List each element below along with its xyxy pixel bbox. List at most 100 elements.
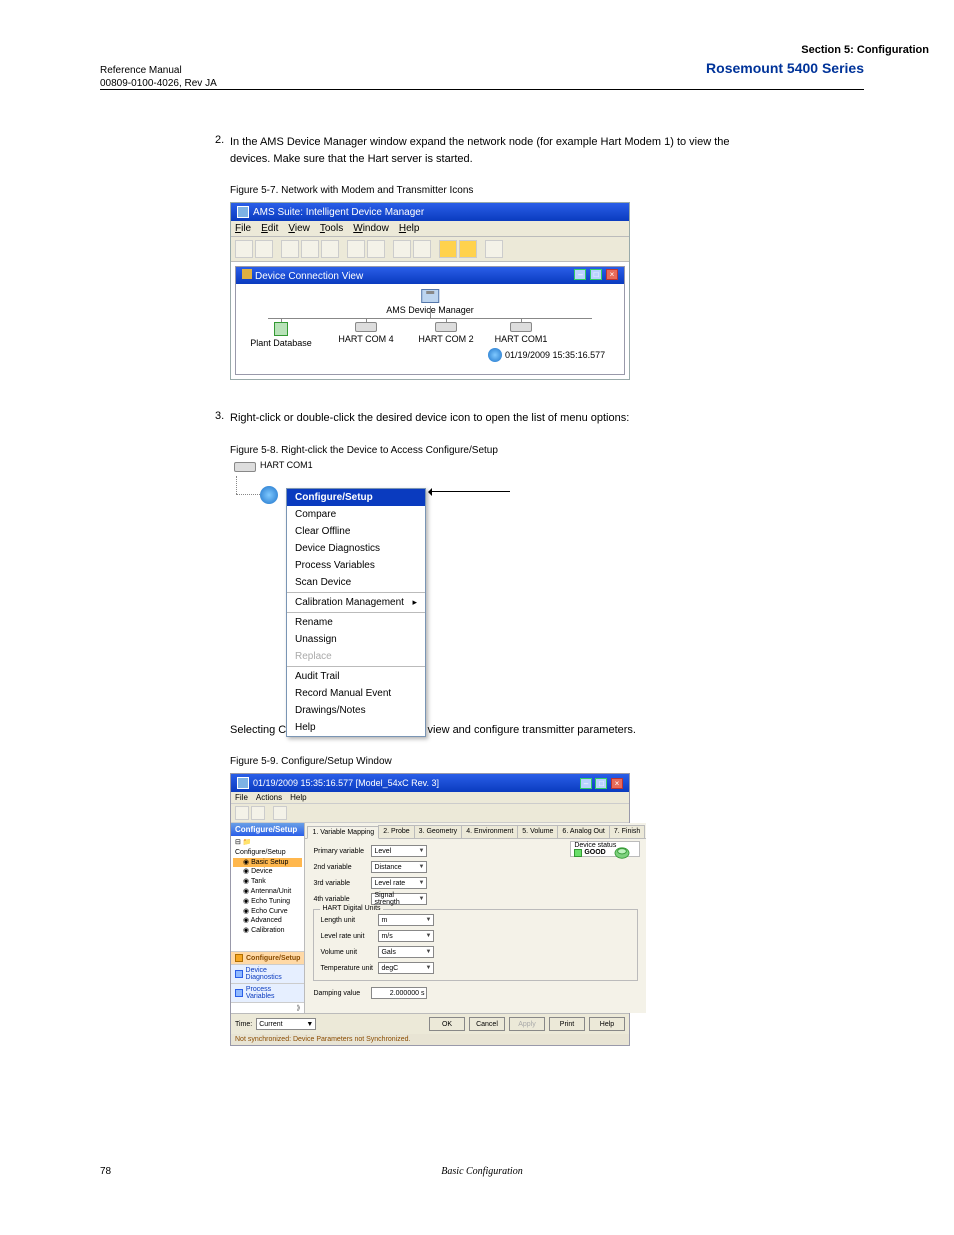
toolbar-button[interactable] — [459, 240, 477, 258]
menu-actions[interactable]: Actions — [256, 793, 282, 802]
cancel-button[interactable]: Cancel — [469, 1017, 505, 1031]
toolbar-button[interactable] — [367, 240, 385, 258]
minimize-button[interactable]: – — [574, 269, 586, 280]
ams-suite-window: AMS Suite: Intelligent Device Manager Fi… — [230, 202, 630, 380]
toolbar-button[interactable] — [393, 240, 411, 258]
menu-clear-offline[interactable]: Clear Offline — [287, 523, 425, 540]
toolbar-button[interactable] — [321, 240, 339, 258]
tab-variable-mapping[interactable]: 1. Variable Mapping — [307, 826, 379, 839]
menu-bar[interactable]: File Actions Help — [231, 792, 629, 804]
time-select[interactable]: Current▼ — [256, 1018, 316, 1030]
context-menu: Configure/Setup Compare Clear Offline De… — [286, 488, 426, 737]
tree-item[interactable]: ◉ Tank — [233, 877, 302, 887]
menu-device-diagnostics[interactable]: Device Diagnostics — [287, 540, 425, 557]
menu-scan-device[interactable]: Scan Device — [287, 574, 425, 591]
hart-com1-tree-node[interactable]: HART COM1 — [230, 462, 313, 470]
menu-window[interactable]: Window — [353, 223, 389, 234]
menu-process-variables[interactable]: Process Variables — [287, 557, 425, 574]
window-title-bar[interactable]: 01/19/2009 15:35:16.577 [Model_54xC Rev.… — [231, 774, 629, 792]
tab-probe[interactable]: 2. Probe — [378, 825, 414, 838]
menu-unassign[interactable]: Unassign — [287, 631, 425, 648]
print-button[interactable]: Print — [549, 1017, 585, 1031]
menu-tools[interactable]: Tools — [320, 223, 343, 234]
hart-com2-node[interactable]: HART COM 2 — [411, 322, 481, 344]
toolbar-button[interactable] — [301, 240, 319, 258]
toolbar-button[interactable] — [235, 240, 253, 258]
close-button[interactable]: × — [611, 778, 623, 789]
toolbar-button[interactable] — [255, 240, 273, 258]
toolbar-button[interactable] — [235, 806, 249, 820]
menu-configure-setup[interactable]: Configure/Setup — [287, 489, 425, 506]
nav-process-variables[interactable]: Process Variables — [231, 983, 304, 1002]
tab-geometry[interactable]: 3. Geometry — [414, 825, 463, 838]
volume-unit-select[interactable]: Gals▼ — [378, 946, 434, 958]
tab-finish[interactable]: 7. Finish — [609, 825, 645, 838]
menu-file[interactable]: File — [235, 223, 251, 234]
damping-value-input[interactable]: 2.000000 s — [371, 987, 427, 999]
device-node[interactable]: 01/19/2009 15:35:16.577 — [488, 348, 605, 362]
menu-rename[interactable]: Rename — [287, 614, 425, 631]
toolbar-button[interactable] — [251, 806, 265, 820]
temperature-unit-select[interactable]: degC▼ — [378, 962, 434, 974]
menu-file[interactable]: File — [235, 793, 248, 802]
tree-basic-setup[interactable]: ◉ Basic Setup — [233, 858, 302, 868]
tree-item[interactable]: ◉ Echo Curve — [233, 907, 302, 917]
tab-environment[interactable]: 4. Environment — [461, 825, 518, 838]
toolbar-help-button[interactable] — [273, 806, 287, 820]
help-button[interactable]: Help — [589, 1017, 625, 1031]
menu-calibration-management[interactable]: Calibration Management — [287, 594, 425, 611]
length-unit-select[interactable]: m▼ — [378, 914, 434, 926]
tree-item[interactable]: ◉ Advanced — [233, 916, 302, 926]
field-label: 3rd variable — [313, 880, 367, 887]
menu-help[interactable]: Help — [287, 719, 425, 736]
field-label: Volume unit — [320, 949, 374, 956]
toolbar-help-button[interactable] — [485, 240, 503, 258]
annotation-arrow — [430, 491, 510, 492]
second-variable-select[interactable]: Distance▼ — [371, 861, 427, 873]
toolbar-button[interactable] — [413, 240, 431, 258]
nav-tree[interactable]: ⊟ 📁 Configure/Setup ◉ Basic Setup ◉ Devi… — [231, 836, 304, 951]
window-title-bar[interactable]: AMS Suite: Intelligent Device Manager — [231, 203, 629, 221]
ok-button[interactable]: OK — [429, 1017, 465, 1031]
menu-bar[interactable]: File Edit View Tools Window Help — [231, 221, 629, 237]
menu-edit[interactable]: Edit — [261, 223, 278, 234]
tree-root[interactable]: ⊟ 📁 Configure/Setup — [233, 838, 302, 858]
levelrate-unit-select[interactable]: m/s▼ — [378, 930, 434, 942]
device-tree-node[interactable] — [260, 486, 278, 504]
tab-volume[interactable]: 5. Volume — [517, 825, 558, 838]
maximize-button[interactable]: □ — [595, 778, 607, 789]
primary-variable-select[interactable]: Level▼ — [371, 845, 427, 857]
tab-analog-out[interactable]: 6. Analog Out — [557, 825, 609, 838]
toolbar-button[interactable] — [439, 240, 457, 258]
tree-item[interactable]: ◉ Device — [233, 867, 302, 877]
toolbar-button[interactable] — [281, 240, 299, 258]
fourth-variable-select[interactable]: Signal strength▼ — [371, 893, 427, 905]
menu-help[interactable]: Help — [290, 793, 306, 802]
hart-com4-node[interactable]: HART COM 4 — [331, 322, 401, 344]
menu-audit-trail[interactable]: Audit Trail — [287, 668, 425, 685]
toolbar-button[interactable] — [347, 240, 365, 258]
nav-chevrons[interactable]: ⟫ — [231, 1002, 304, 1013]
menu-view[interactable]: View — [288, 223, 310, 234]
navigation-pane: Configure/Setup ⊟ 📁 Configure/Setup ◉ Ba… — [231, 823, 305, 1013]
nav-configure-setup[interactable]: Configure/Setup — [231, 951, 304, 964]
hart-com1-node[interactable]: HART COM1 — [486, 322, 556, 344]
menu-drawings-notes[interactable]: Drawings/Notes — [287, 702, 425, 719]
tree-item[interactable]: ◉ Calibration — [233, 926, 302, 936]
variables-icon — [235, 989, 243, 997]
plant-database-node[interactable]: Plant Database — [246, 322, 316, 348]
close-button[interactable]: × — [606, 269, 618, 280]
tree-item[interactable]: ◉ Echo Tuning — [233, 897, 302, 907]
field-label: Primary variable — [313, 848, 367, 855]
menu-compare[interactable]: Compare — [287, 506, 425, 523]
third-variable-select[interactable]: Level rate▼ — [371, 877, 427, 889]
minimize-button[interactable]: – — [580, 778, 592, 789]
nav-device-diagnostics[interactable]: Device Diagnostics — [231, 964, 304, 983]
section-label: Section 5: Configuration — [801, 44, 929, 56]
field-label: 4th variable — [313, 896, 367, 903]
maximize-button[interactable]: □ — [590, 269, 602, 280]
tree-item[interactable]: ◉ Antenna/Unit — [233, 887, 302, 897]
menu-record-manual-event[interactable]: Record Manual Event — [287, 685, 425, 702]
figure-5-9-label: Figure 5-9. Configure/Setup Window — [230, 756, 864, 767]
menu-help[interactable]: Help — [399, 223, 420, 234]
